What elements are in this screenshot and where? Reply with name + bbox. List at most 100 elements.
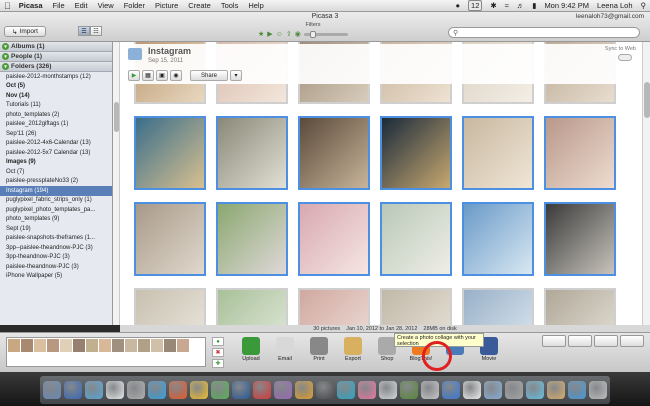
folder-item[interactable]: Oct (5)	[0, 82, 112, 92]
folder-item[interactable]: paislee-2012-5x7 Calendar (13)	[0, 148, 112, 158]
menu-user[interactable]: Leena Loh	[597, 1, 632, 10]
list-view-button[interactable]: ☰	[78, 26, 90, 36]
folder-item[interactable]: puglypixel_fabric_strips_only (1)	[0, 196, 112, 206]
menu-file[interactable]: File	[53, 1, 65, 10]
hold-icon[interactable]: ●	[212, 337, 224, 346]
upload-button[interactable]: Upload	[238, 337, 264, 362]
folder-item[interactable]: paislee-pressplateNo33 (2)	[0, 177, 112, 187]
tray-thumbnail[interactable]	[73, 339, 85, 352]
dock-app-icon[interactable]	[379, 381, 397, 399]
menu-help[interactable]: Help	[248, 1, 263, 10]
folder-item[interactable]: Tutorials (11)	[0, 101, 112, 111]
menu-create[interactable]: Create	[188, 1, 211, 10]
tray-thumbnail[interactable]	[164, 339, 176, 352]
info-button[interactable]	[620, 335, 644, 347]
folder-item[interactable]: iPhone Wallpaper (5)	[0, 272, 112, 282]
menu-edit[interactable]: Edit	[75, 1, 88, 10]
photo-thumbnail[interactable]	[544, 116, 616, 190]
dock-app-icon[interactable]	[526, 381, 544, 399]
export-button[interactable]: Export	[340, 337, 366, 362]
menu-tools[interactable]: Tools	[221, 1, 239, 10]
face-filter-icon[interactable]: ☺	[276, 31, 283, 38]
folder-item[interactable]: paislee-2012-4x6-Calendar (13)	[0, 139, 112, 149]
tray-thumbnail[interactable]	[112, 339, 124, 352]
dock-app-icon[interactable]	[484, 381, 502, 399]
import-button[interactable]: ↳ Import	[4, 26, 46, 37]
folder-item[interactable]: 3pp-theandnow-PJC (3)	[0, 253, 112, 263]
photo-thumbnail[interactable]	[380, 116, 452, 190]
location-filter-icon[interactable]: ◉	[295, 30, 301, 38]
dock-app-icon[interactable]	[358, 381, 376, 399]
tray-thumbnail[interactable]	[47, 339, 59, 352]
folder-item[interactable]: paislee-snapshots-theframes (1...	[0, 234, 112, 244]
photo-thumbnail[interactable]	[298, 116, 370, 190]
photo-thumbnail[interactable]	[216, 116, 288, 190]
movie-icon[interactable]: ▣	[156, 70, 168, 81]
status-icon[interactable]: ●	[456, 1, 461, 10]
dock-app-icon[interactable]	[43, 381, 61, 399]
tray-thumbnail[interactable]	[125, 339, 137, 352]
tray-thumbnail[interactable]	[60, 339, 72, 352]
folder-item[interactable]: paislee_2012giftags (1)	[0, 120, 112, 130]
tags-button[interactable]	[594, 335, 618, 347]
collapse-icon[interactable]: ▾	[2, 53, 9, 60]
folder-item[interactable]: paislee-theandnow-PJC (3)	[0, 262, 112, 272]
tray-thumbnail[interactable]	[21, 339, 33, 352]
bluetooth-icon[interactable]: ✱	[490, 1, 496, 10]
dock-app-icon[interactable]	[589, 381, 607, 399]
folder-item[interactable]: paislee-2012-monthstamps (12)	[0, 72, 112, 82]
sidebar-scrollbar[interactable]	[113, 42, 120, 325]
folder-item[interactable]: Sept (19)	[0, 224, 112, 234]
dock-app-icon[interactable]	[169, 381, 187, 399]
menu-app-name[interactable]: Picasa	[19, 1, 43, 10]
dock-app-icon[interactable]	[211, 381, 229, 399]
play-slideshow-button[interactable]: ▶	[128, 70, 140, 81]
wifi-icon[interactable]: ≈	[505, 1, 509, 10]
main-scrollbar[interactable]	[642, 42, 650, 325]
dock-app-icon[interactable]	[127, 381, 145, 399]
menu-picture[interactable]: Picture	[155, 1, 178, 10]
email-button[interactable]: Email	[272, 337, 298, 362]
dock-app-icon[interactable]	[274, 381, 292, 399]
folder-item[interactable]: Sep'11 (26)	[0, 129, 112, 139]
dock-app-icon[interactable]	[232, 381, 250, 399]
geotag-icon[interactable]: ◉	[170, 70, 182, 81]
folder-item[interactable]: Nov (14)	[0, 91, 112, 101]
scroll-thumb[interactable]	[644, 82, 650, 118]
tray-thumbnail[interactable]	[138, 339, 150, 352]
tray-thumbnail[interactable]	[86, 339, 98, 352]
folder-item[interactable]: puglypixel_photo_templates_pa...	[0, 205, 112, 215]
folder-item[interactable]: photo_templates (2)	[0, 110, 112, 120]
dock-app-icon[interactable]	[337, 381, 355, 399]
print-button[interactable]: Print	[306, 337, 332, 362]
section-people[interactable]: ▾ People (1)	[0, 52, 112, 62]
photo-thumbnail[interactable]	[298, 202, 370, 276]
photo-thumbnail[interactable]	[134, 288, 206, 325]
spotlight-icon[interactable]: ⚲	[641, 1, 647, 10]
dock-app-icon[interactable]	[106, 381, 124, 399]
section-albums[interactable]: ▾ Albums (1)	[0, 42, 112, 52]
folder-item[interactable]: Images (9)	[0, 158, 112, 168]
apple-icon[interactable]: 	[4, 1, 11, 11]
folder-item[interactable]: photo_templates (9)	[0, 215, 112, 225]
dock-app-icon[interactable]	[421, 381, 439, 399]
sync-toggle[interactable]	[618, 54, 632, 61]
section-folders[interactable]: ▾ Folders (326)	[0, 62, 112, 72]
photo-thumbnail[interactable]	[134, 202, 206, 276]
add-to-album-icon[interactable]: ✚	[212, 359, 224, 368]
photo-thumbnail[interactable]	[380, 288, 452, 325]
scroll-thumb[interactable]	[114, 102, 119, 132]
dock-app-icon[interactable]	[85, 381, 103, 399]
tray-thumbnail[interactable]	[34, 339, 46, 352]
album-title[interactable]: Instagram	[148, 46, 191, 56]
tray-thumbnail[interactable]	[99, 339, 111, 352]
share-button[interactable]: Share	[190, 70, 228, 81]
photo-thumbnail[interactable]	[216, 288, 288, 325]
menu-view[interactable]: View	[98, 1, 114, 10]
dock-app-icon[interactable]	[64, 381, 82, 399]
photo-thumbnail[interactable]	[544, 288, 616, 325]
menu-folder[interactable]: Folder	[124, 1, 145, 10]
date-slider[interactable]	[303, 30, 348, 38]
dock-app-icon[interactable]	[505, 381, 523, 399]
dock-app-icon[interactable]	[148, 381, 166, 399]
